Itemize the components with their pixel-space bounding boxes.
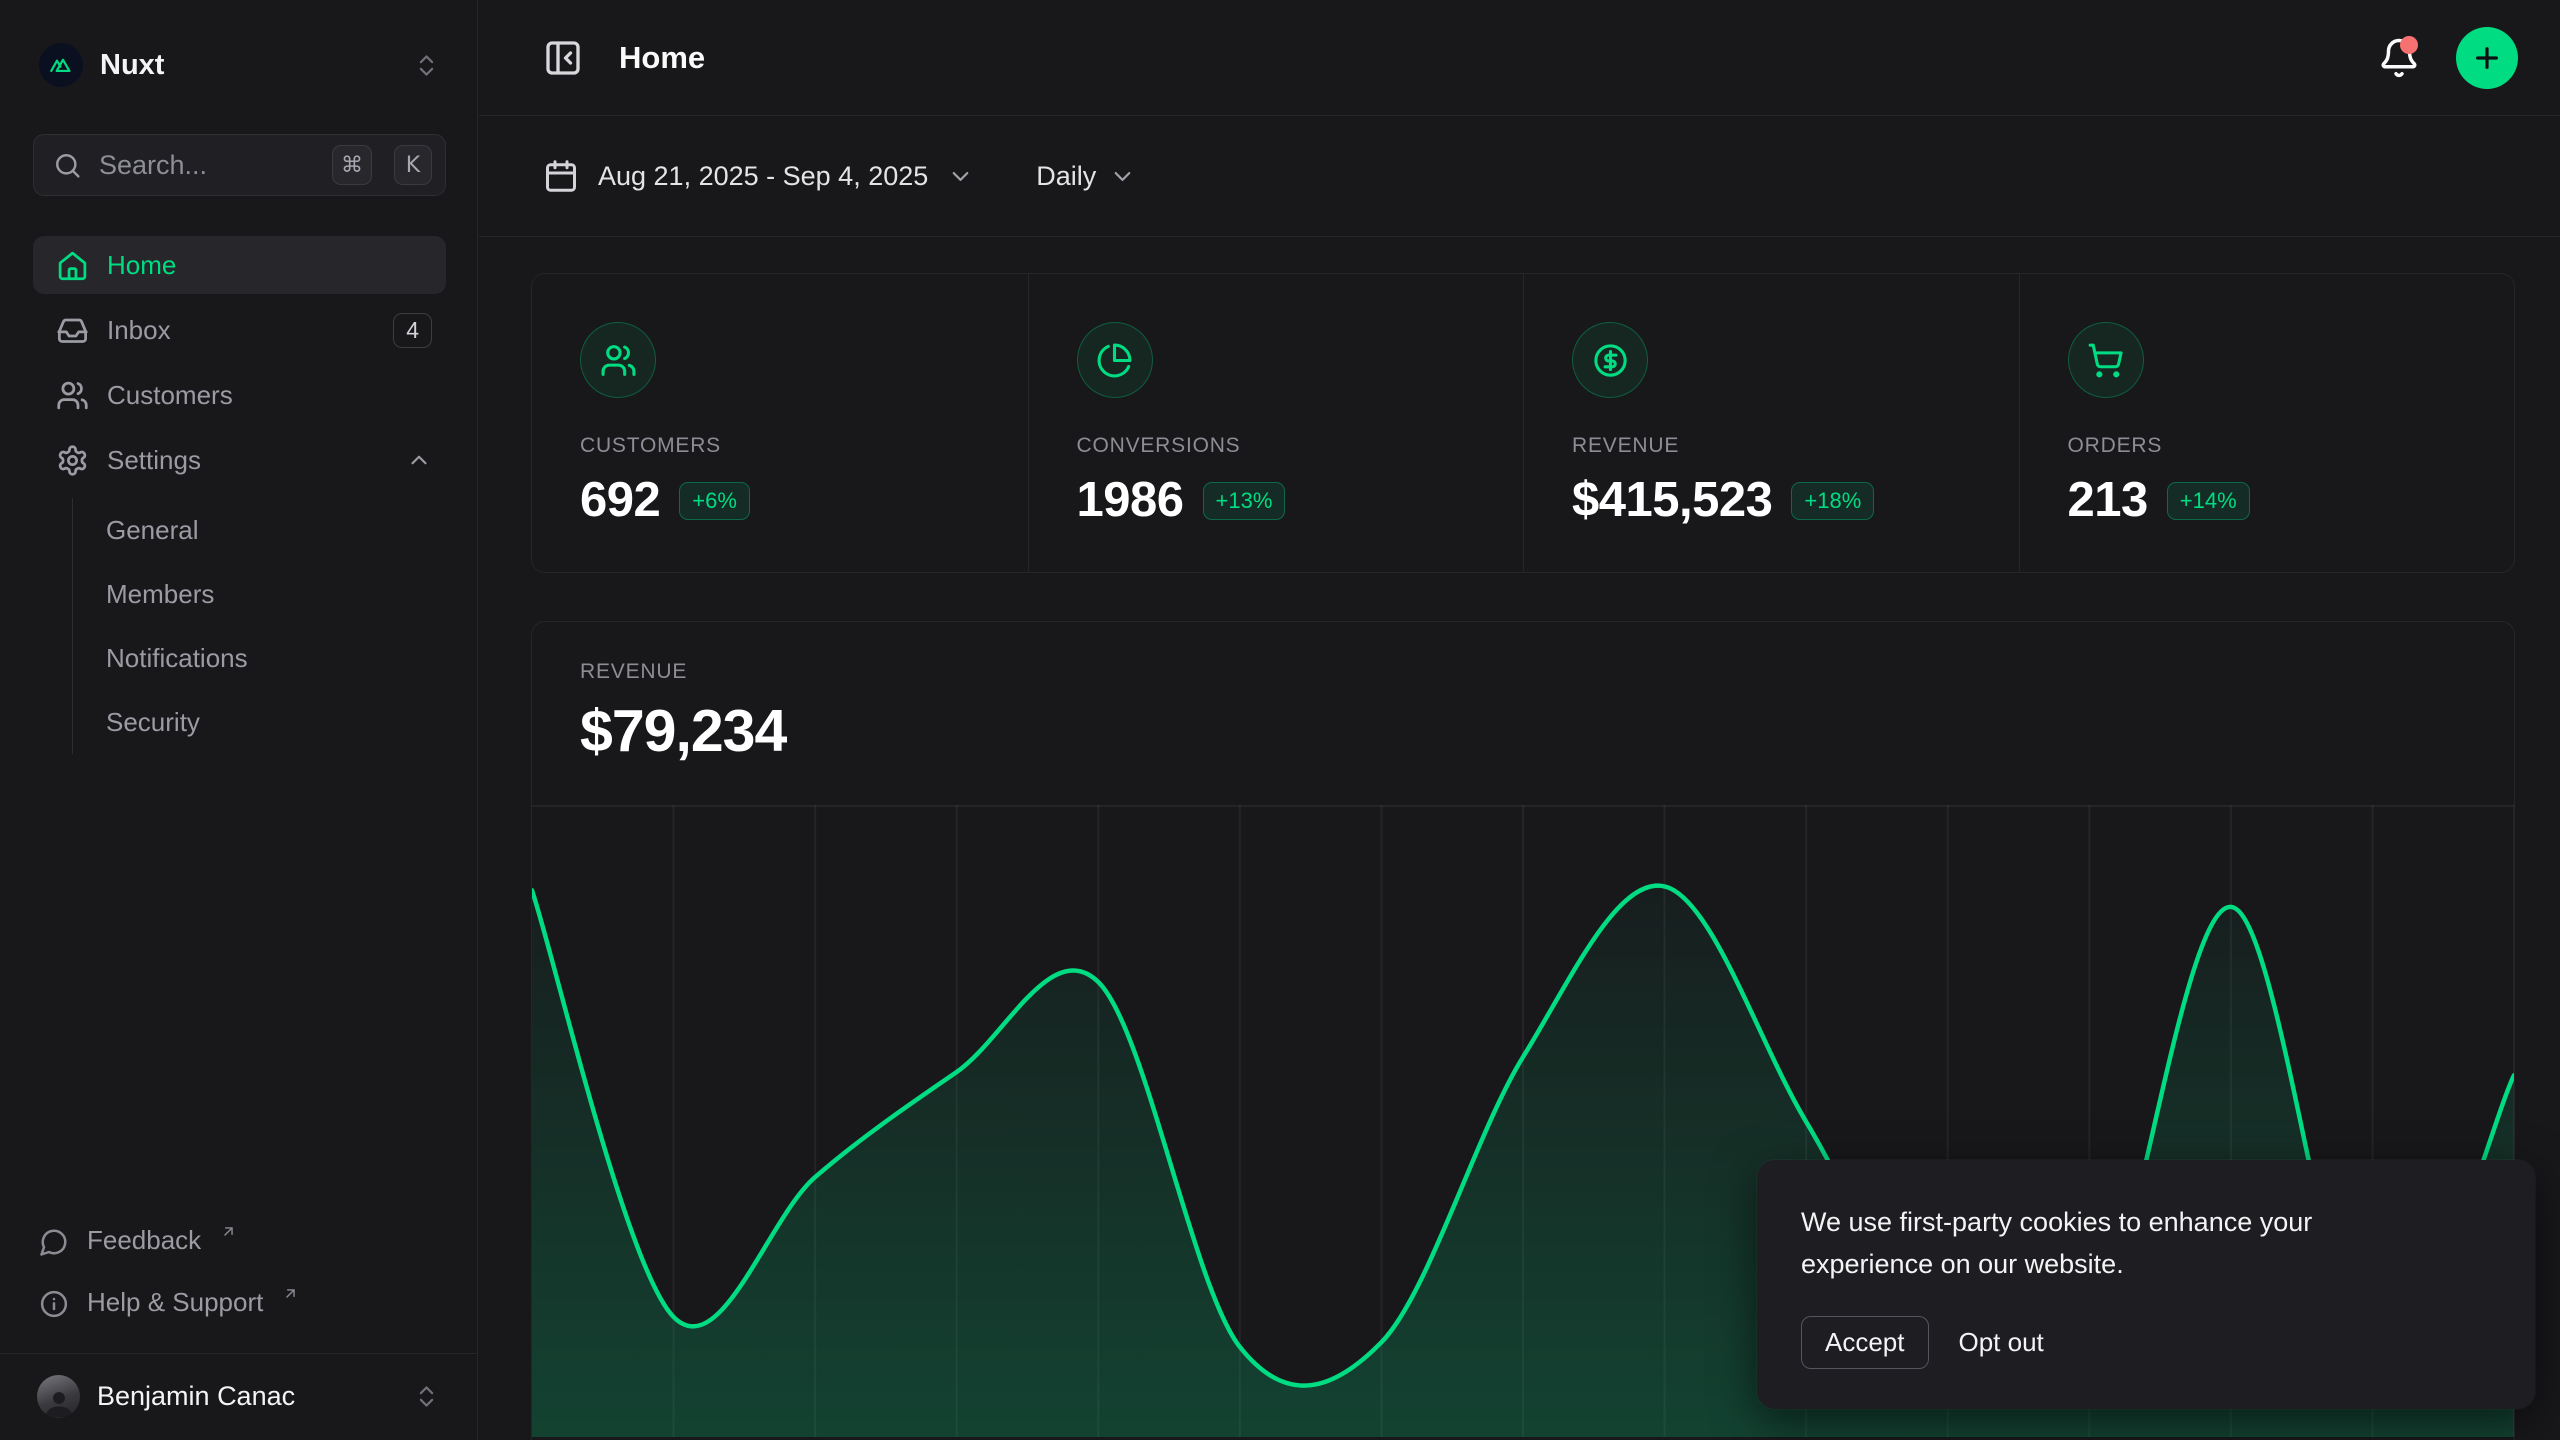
- help-support-link[interactable]: Help & Support: [33, 1279, 446, 1327]
- workspace-switcher[interactable]: Nuxt: [33, 36, 446, 94]
- kbd-k: K: [394, 145, 432, 185]
- workspace-name: Nuxt: [100, 49, 396, 82]
- arrow-up-right-icon: [282, 1285, 299, 1302]
- sidebar-item-security[interactable]: Security: [73, 690, 446, 754]
- sidebar-user-section: Benjamin Canac: [0, 1353, 477, 1440]
- revenue-chart-header: REVENUE $79,234: [532, 622, 2514, 765]
- search-input[interactable]: [97, 149, 317, 182]
- sidebar: Nuxt ⌘ K Home Inbox 4 Customers: [0, 0, 478, 1440]
- search-box[interactable]: ⌘ K: [33, 134, 446, 196]
- arrow-up-right-icon: [220, 1223, 237, 1240]
- revenue-chart-total: $79,234: [580, 697, 2466, 765]
- cookie-message: We use first-party cookies to enhance yo…: [1801, 1202, 2441, 1286]
- revenue-chart-label: REVENUE: [580, 660, 2466, 684]
- chevron-up-icon: [406, 447, 432, 473]
- sidebar-item-members[interactable]: Members: [73, 562, 446, 626]
- dollar-circle-icon: [1592, 342, 1629, 379]
- app-window: Nuxt ⌘ K Home Inbox 4 Customers: [0, 0, 2560, 1440]
- search-icon: [53, 151, 82, 180]
- unfold-icon: [413, 52, 440, 79]
- granularity-label: Daily: [1036, 161, 1096, 192]
- sidebar-item-label: Customers: [107, 380, 233, 411]
- settings-submenu: General Members Notifications Security: [72, 498, 446, 754]
- sidebar-item-general[interactable]: General: [73, 498, 446, 562]
- sidebar-nav: Home Inbox 4 Customers Settings General …: [33, 236, 446, 760]
- nuxt-logo: [39, 43, 83, 87]
- stat-icon-circle: [2068, 322, 2144, 398]
- chevron-down-icon: [947, 163, 974, 190]
- sidebar-item-settings[interactable]: Settings: [33, 431, 446, 489]
- stat-delta-badge: +13%: [1203, 482, 1286, 520]
- stat-card-revenue: REVENUE $415,523 +18%: [1523, 274, 2019, 572]
- stat-value: 692: [580, 474, 660, 528]
- chevron-down-icon: [1109, 163, 1136, 190]
- info-circle-icon: [39, 1289, 69, 1319]
- stat-icon-circle: [1572, 322, 1648, 398]
- panel-collapse-icon[interactable]: [543, 38, 583, 78]
- message-bubble-icon: [39, 1227, 69, 1257]
- notifications-button[interactable]: [2378, 37, 2420, 79]
- user-name: Benjamin Canac: [97, 1381, 396, 1412]
- user-menu[interactable]: Benjamin Canac: [33, 1371, 444, 1422]
- stat-label: ORDERS: [2068, 434, 2467, 458]
- page-title: Home: [619, 40, 705, 76]
- page-header: Home: [479, 0, 2560, 116]
- accept-button[interactable]: Accept: [1801, 1316, 1929, 1369]
- opt-out-button[interactable]: Opt out: [1957, 1317, 2046, 1368]
- stats-row: CUSTOMERS 692 +6% CONVERSIONS 1986 +13%: [531, 273, 2515, 573]
- sidebar-item-customers[interactable]: Customers: [33, 366, 446, 424]
- users-icon: [600, 342, 637, 379]
- feedback-label: Feedback: [87, 1225, 201, 1256]
- notification-dot: [2400, 36, 2418, 54]
- help-support-label: Help & Support: [87, 1287, 263, 1318]
- stat-value: 1986: [1077, 474, 1184, 528]
- cookie-actions: Accept Opt out: [1801, 1316, 2491, 1369]
- sidebar-item-label: Settings: [107, 445, 201, 476]
- header-actions: [2378, 27, 2518, 89]
- sidebar-item-inbox[interactable]: Inbox 4: [33, 301, 446, 359]
- stat-delta-badge: +14%: [2167, 482, 2250, 520]
- stat-value: $415,523: [1572, 474, 1772, 528]
- plus-icon: [2471, 42, 2503, 74]
- stat-delta-badge: +18%: [1791, 482, 1874, 520]
- stat-value: 213: [2068, 474, 2148, 528]
- pie-chart-icon: [1096, 342, 1133, 379]
- inbox-count-badge: 4: [393, 313, 432, 348]
- granularity-select[interactable]: Daily: [1036, 161, 1136, 192]
- sidebar-item-label: Inbox: [107, 315, 171, 346]
- filters-toolbar: Aug 21, 2025 - Sep 4, 2025 Daily: [479, 116, 2560, 237]
- stat-icon-circle: [580, 322, 656, 398]
- stat-icon-circle: [1077, 322, 1153, 398]
- stat-label: REVENUE: [1572, 434, 1971, 458]
- cart-icon: [2087, 342, 2124, 379]
- avatar: [37, 1375, 80, 1418]
- stat-label: CUSTOMERS: [580, 434, 980, 458]
- unfold-icon: [413, 1383, 440, 1410]
- feedback-link[interactable]: Feedback: [33, 1217, 446, 1265]
- users-icon: [56, 379, 89, 412]
- date-range-picker[interactable]: Aug 21, 2025 - Sep 4, 2025: [543, 158, 974, 194]
- cookie-banner: We use first-party cookies to enhance yo…: [1757, 1160, 2535, 1409]
- sidebar-spacer: [33, 760, 446, 1217]
- gear-icon: [56, 444, 89, 477]
- sidebar-item-notifications[interactable]: Notifications: [73, 626, 446, 690]
- sidebar-item-home[interactable]: Home: [33, 236, 446, 294]
- stat-card-customers: CUSTOMERS 692 +6%: [532, 274, 1028, 572]
- kbd-meta: ⌘: [332, 145, 372, 185]
- date-range-label: Aug 21, 2025 - Sep 4, 2025: [598, 161, 928, 192]
- stat-label: CONVERSIONS: [1077, 434, 1476, 458]
- sidebar-item-label: Home: [107, 250, 176, 281]
- stat-card-orders: ORDERS 213 +14%: [2019, 274, 2515, 572]
- add-button[interactable]: [2456, 27, 2518, 89]
- house-icon: [56, 249, 89, 282]
- stat-card-conversions: CONVERSIONS 1986 +13%: [1028, 274, 1524, 572]
- stat-delta-badge: +6%: [679, 482, 750, 520]
- calendar-icon: [543, 158, 579, 194]
- inbox-icon: [56, 314, 89, 347]
